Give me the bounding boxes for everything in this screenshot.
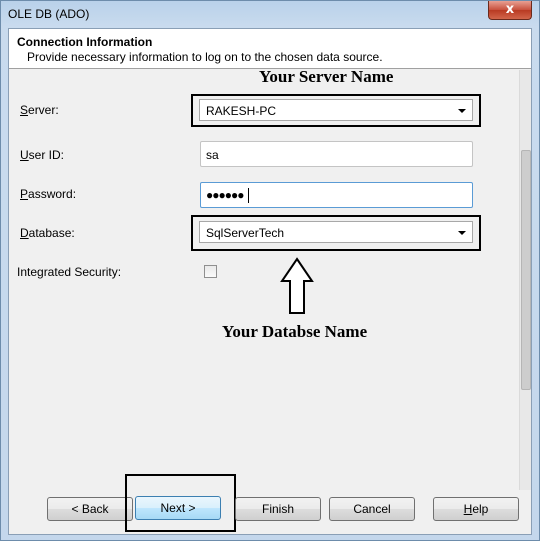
dropdown-arrow-icon xyxy=(458,109,466,113)
page-header: Connection Information Provide necessary… xyxy=(9,29,531,69)
user-id-label: User ID: xyxy=(20,148,65,162)
dialog-client-area: Connection Information Provide necessary… xyxy=(8,28,532,535)
server-name-annotation: Your Server Name xyxy=(259,67,394,86)
help-button[interactable]: Help xyxy=(433,497,519,521)
password-input[interactable]: ●●●●●● xyxy=(200,182,473,208)
back-button[interactable]: < Back xyxy=(47,497,133,521)
close-button[interactable]: x xyxy=(488,1,532,20)
integrated-security-label: Integrated Security: xyxy=(17,265,122,279)
database-combobox[interactable]: SqlServerTech xyxy=(199,221,473,243)
dropdown-arrow-icon xyxy=(458,231,466,235)
user-id-value: sa xyxy=(206,148,219,162)
password-value: ●●●●●● xyxy=(206,188,244,202)
vertical-scrollbar[interactable] xyxy=(519,70,531,490)
cancel-button[interactable]: Cancel xyxy=(329,497,415,521)
database-label: Database: xyxy=(20,226,75,240)
finish-button[interactable]: Finish xyxy=(235,497,321,521)
form-panel xyxy=(9,70,519,490)
server-label: Server: xyxy=(20,103,59,117)
up-arrow-icon xyxy=(280,257,314,314)
server-value: RAKESH-PC xyxy=(206,104,277,118)
dialog-window: OLE DB (ADO) x Connection Information Pr… xyxy=(0,0,540,541)
integrated-security-checkbox[interactable] xyxy=(204,265,217,278)
text-caret xyxy=(248,188,249,203)
server-combobox[interactable]: RAKESH-PC xyxy=(199,99,473,121)
scrollbar-thumb[interactable] xyxy=(521,150,531,390)
next-button[interactable]: Next > xyxy=(135,496,221,520)
database-name-annotation: Your Databse Name xyxy=(222,322,368,341)
database-value: SqlServerTech xyxy=(206,226,285,240)
user-id-input[interactable]: sa xyxy=(200,141,473,167)
page-subtitle: Provide necessary information to log on … xyxy=(27,50,383,64)
password-label: Password: xyxy=(20,187,77,201)
window-title: OLE DB (ADO) xyxy=(8,7,90,21)
title-bar: OLE DB (ADO) x xyxy=(1,1,539,27)
page-title: Connection Information xyxy=(17,35,153,49)
